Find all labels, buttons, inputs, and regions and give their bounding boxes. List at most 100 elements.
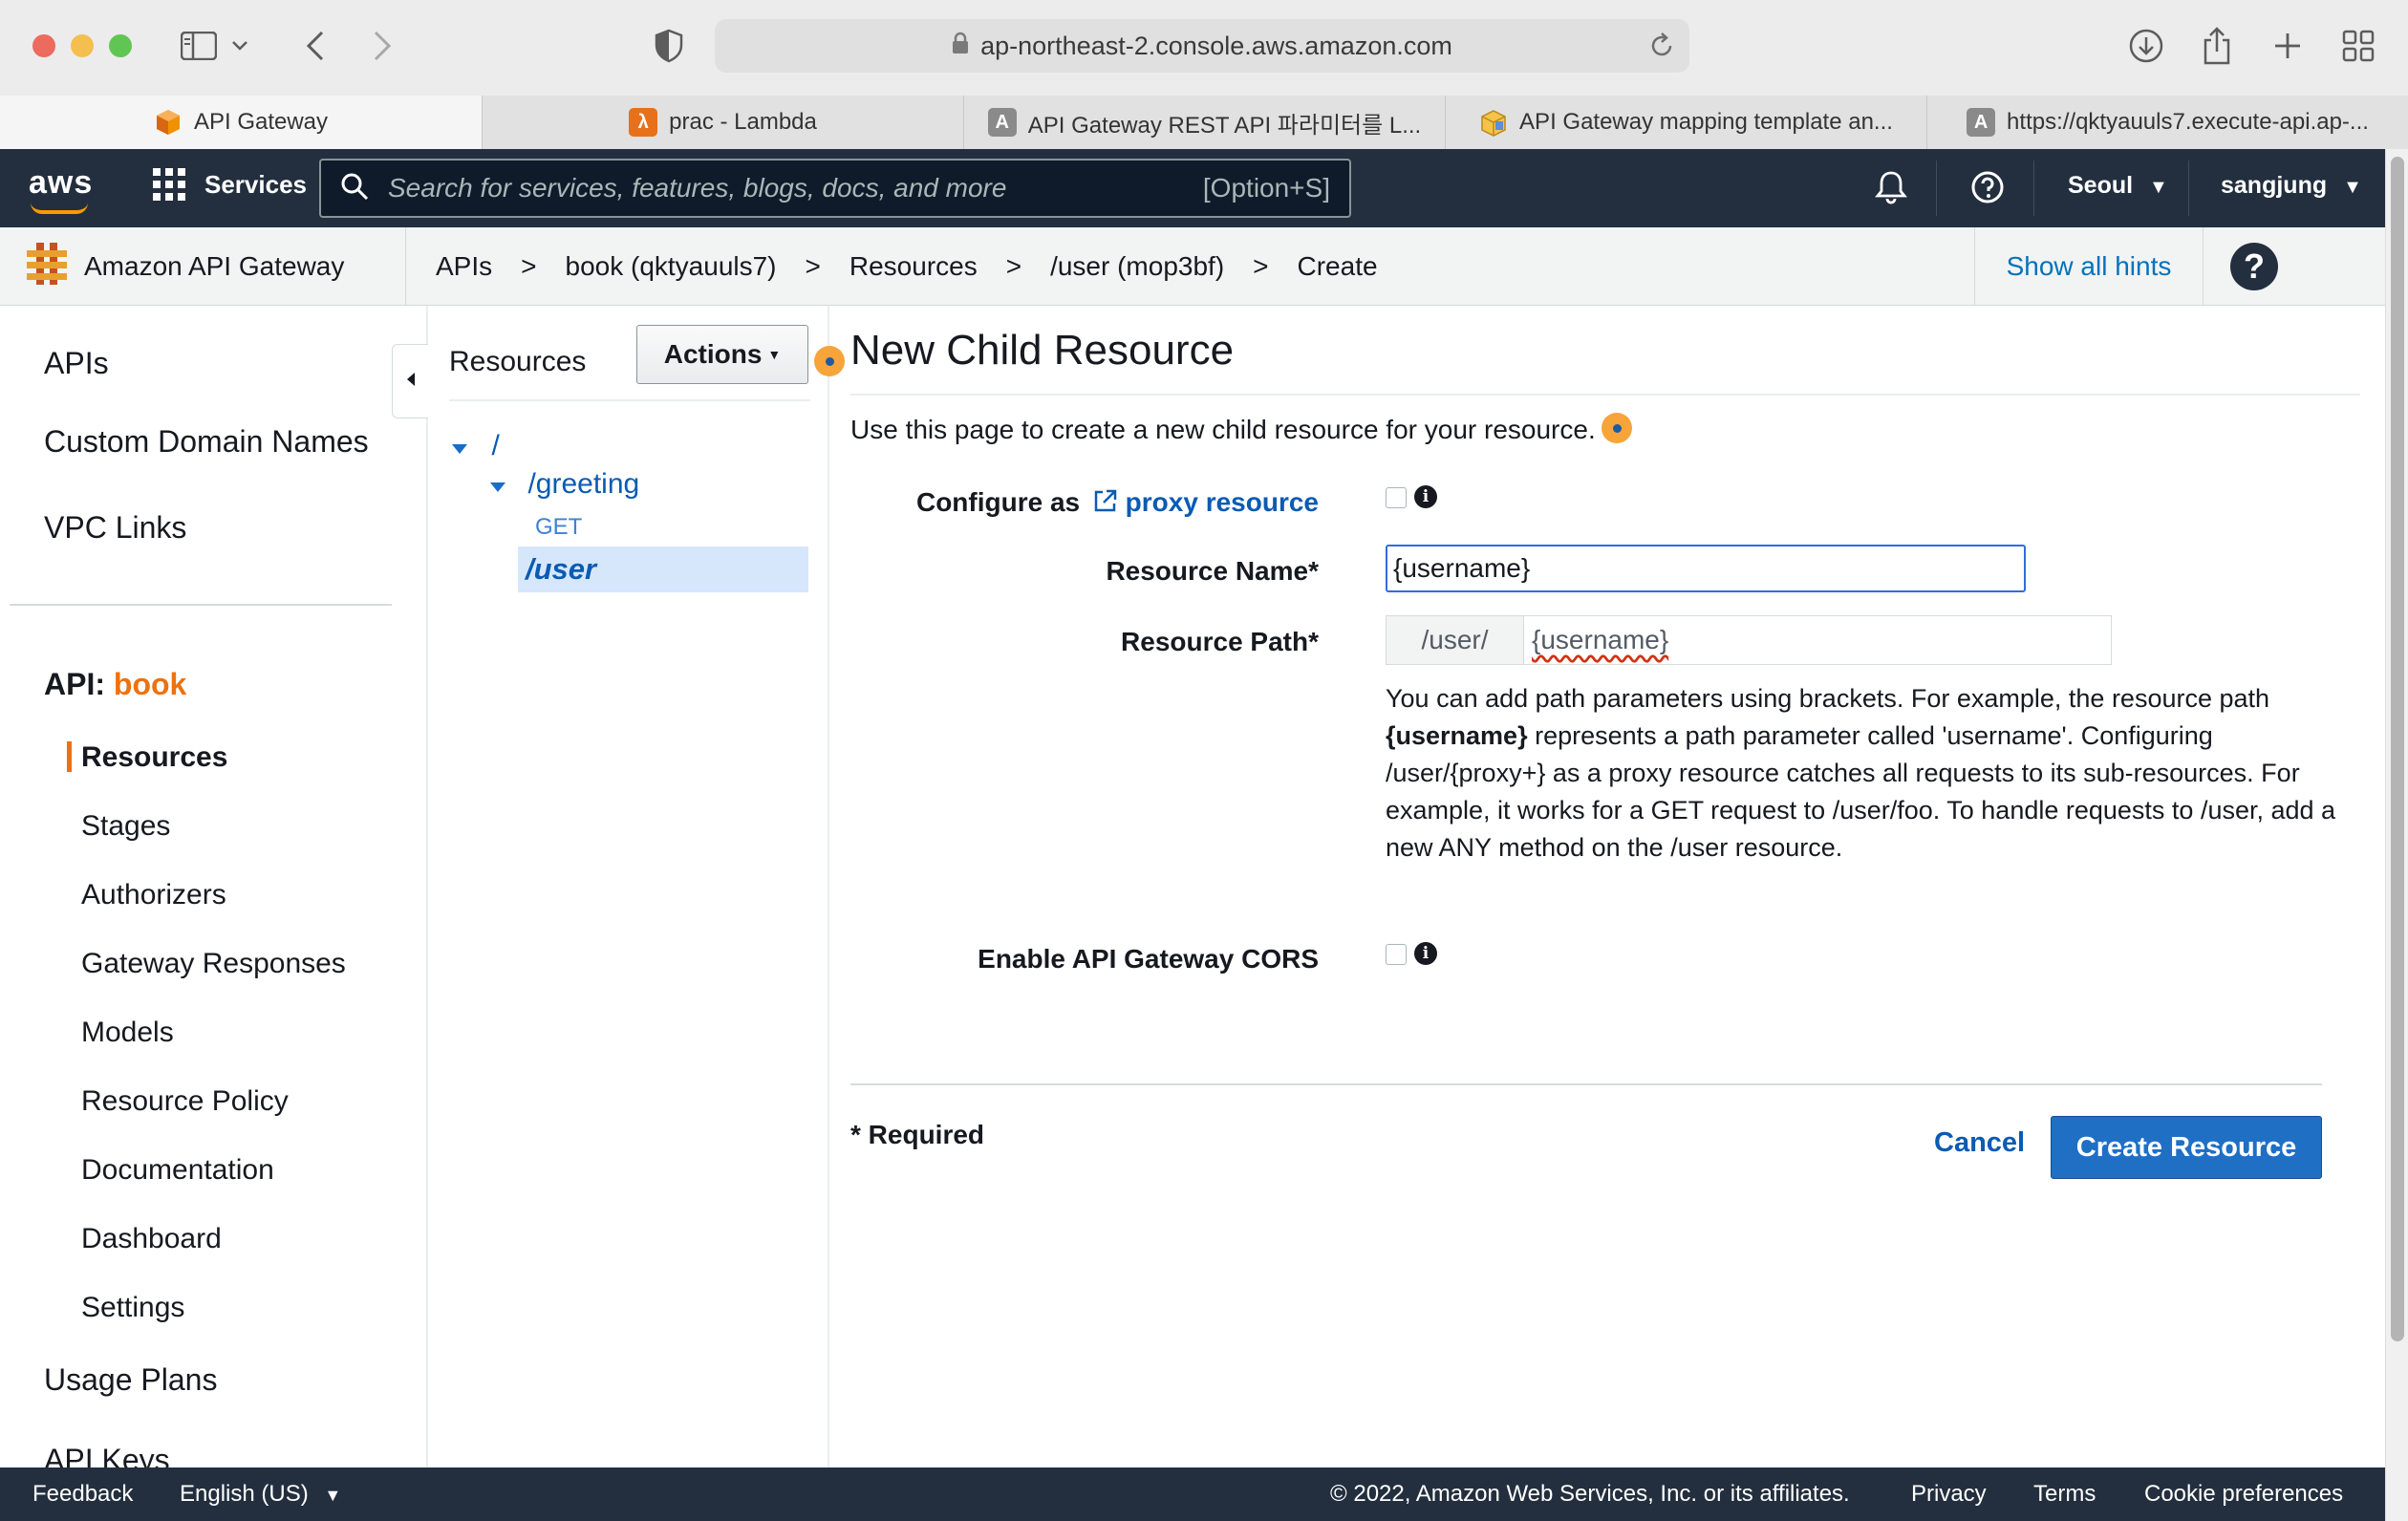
tab-overview-icon[interactable] — [2333, 21, 2383, 71]
box-icon — [1479, 108, 1508, 137]
resources-title: Resources — [449, 346, 587, 377]
close-window-button[interactable] — [32, 34, 55, 57]
resource-path-input[interactable]: {username} — [1524, 616, 2111, 664]
account-menu[interactable]: sangjung ▼ — [2221, 172, 2362, 200]
caret-down-icon: ▼ — [2343, 177, 2362, 198]
download-icon[interactable] — [2121, 21, 2171, 71]
proxy-resource-checkbox[interactable] — [1386, 487, 1407, 508]
configure-proxy-label: Configure as proxy resource — [850, 487, 1319, 520]
tab-api-gateway-rest-api[interactable]: A API Gateway REST API 파라미터를 L... — [963, 96, 1445, 149]
caret-down-icon: ▼ — [767, 347, 782, 362]
caret-left-icon — [406, 372, 416, 392]
caret-down-icon — [451, 442, 468, 460]
cookie-preferences-link[interactable]: Cookie preferences — [2144, 1481, 2343, 1508]
forward-arrow-icon[interactable] — [357, 21, 407, 71]
share-icon[interactable] — [2192, 21, 2242, 71]
tab-mapping-template[interactable]: API Gateway mapping template an... — [1445, 96, 1926, 149]
reload-icon[interactable] — [1649, 32, 1674, 66]
lock-icon — [952, 32, 969, 61]
nav-settings[interactable]: Settings — [81, 1292, 184, 1324]
api-heading: API: book — [44, 667, 187, 701]
bell-icon[interactable] — [1875, 170, 1907, 209]
page-title: New Child Resource — [850, 327, 1235, 374]
breadcrumb-user-resource[interactable]: /user (mop3bf) — [1050, 251, 1224, 282]
cors-checkbox[interactable] — [1386, 944, 1407, 965]
help-circle-icon[interactable] — [1970, 170, 2005, 209]
actions-dropdown-button[interactable]: Actions ▼ — [636, 325, 808, 384]
tree-node-user-selected[interactable]: /user — [518, 546, 808, 592]
letter-a-icon: A — [987, 108, 1017, 137]
minimize-window-button[interactable] — [71, 34, 94, 57]
tab-api-gateway[interactable]: API Gateway — [0, 96, 482, 149]
aws-logo[interactable]: aws — [29, 164, 93, 214]
lambda-icon: λ — [629, 108, 658, 137]
nav-usage-plans[interactable]: Usage Plans — [44, 1362, 217, 1398]
service-home-link[interactable]: Amazon API Gateway — [25, 227, 344, 306]
aws-smile-icon — [31, 203, 88, 214]
sidebar-toggle-icon[interactable] — [174, 21, 224, 71]
chevron-down-icon[interactable] — [226, 21, 254, 71]
api-gateway-logo-icon — [25, 241, 69, 293]
shield-icon[interactable] — [644, 21, 694, 71]
api-name[interactable]: book — [114, 667, 186, 701]
tree-node-greeting[interactable]: /greeting — [489, 468, 639, 501]
privacy-link[interactable]: Privacy — [1911, 1481, 1987, 1508]
resource-name-input[interactable]: {username} — [1386, 545, 2026, 592]
resources-panel: Resources Actions ▼ / /greeting GET /use… — [428, 306, 829, 1467]
new-tab-icon[interactable] — [2263, 21, 2312, 71]
breadcrumb-bar: Amazon API Gateway APIs > book (qktyauul… — [0, 227, 2385, 306]
tree-node-root[interactable]: / — [451, 430, 500, 462]
footer: Feedback English (US) ▼ © 2022, Amazon W… — [0, 1467, 2385, 1521]
language-selector[interactable]: English (US) ▼ — [180, 1481, 341, 1508]
nav-api-keys[interactable]: API Keys — [44, 1443, 170, 1467]
caret-down-icon: ▼ — [324, 1486, 342, 1505]
terms-link[interactable]: Terms — [2033, 1481, 2096, 1508]
breadcrumb-api-book[interactable]: book (qktyauuls7) — [566, 251, 777, 282]
caret-down-icon — [489, 481, 506, 498]
tab-execute-api[interactable]: A https://qktyauuls7.execute-api.ap-... — [1926, 96, 2408, 149]
services-menu-button[interactable]: Services — [153, 168, 307, 201]
feedback-link[interactable]: Feedback — [32, 1481, 133, 1508]
breadcrumb-apis[interactable]: APIs — [436, 251, 492, 282]
letter-a-icon: A — [1967, 108, 1996, 137]
proxy-resource-link[interactable]: proxy resource — [1126, 487, 1319, 517]
nav-resources[interactable]: Resources — [81, 741, 227, 774]
hint-dot-description[interactable] — [1602, 413, 1632, 443]
caret-down-icon: ▼ — [2149, 177, 2168, 198]
info-icon[interactable]: i — [1414, 485, 1437, 508]
region-selector[interactable]: Seoul ▼ — [2068, 172, 2168, 200]
tab-prac-lambda[interactable]: λ prac - Lambda — [482, 96, 963, 149]
resource-name-label: Resource Name* — [1106, 556, 1319, 586]
panel-divider — [449, 399, 810, 401]
nav-vpc-links[interactable]: VPC Links — [44, 510, 186, 546]
copyright: © 2022, Amazon Web Services, Inc. or its… — [1330, 1481, 1850, 1507]
show-all-hints-link[interactable]: Show all hints — [1974, 227, 2204, 306]
nav-custom-domain-names[interactable]: Custom Domain Names — [44, 424, 369, 460]
info-icon[interactable]: i — [1414, 942, 1437, 965]
maximize-window-button[interactable] — [109, 34, 132, 57]
nav-resource-policy[interactable]: Resource Policy — [81, 1085, 289, 1118]
nav-apis[interactable]: APIs — [44, 346, 109, 381]
nav-authorizers[interactable]: Authorizers — [81, 879, 226, 911]
scrollbar-thumb[interactable] — [2391, 157, 2404, 1341]
form-divider — [850, 1083, 2322, 1085]
nav-models[interactable]: Models — [81, 1017, 174, 1049]
breadcrumb: APIs > book (qktyauuls7) > Resources > /… — [436, 251, 1378, 282]
nav-dashboard[interactable]: Dashboard — [81, 1223, 222, 1255]
nav-documentation[interactable]: Documentation — [81, 1154, 274, 1187]
main-content: New Child Resource Use this page to crea… — [831, 306, 2385, 1467]
cancel-button[interactable]: Cancel — [1934, 1127, 2025, 1159]
create-resource-button[interactable]: Create Resource — [2051, 1116, 2322, 1179]
search-shortcut: [Option+S] — [1202, 173, 1330, 203]
external-link-icon — [1093, 488, 1118, 520]
nav-gateway-responses[interactable]: Gateway Responses — [81, 948, 346, 980]
search-input[interactable]: Search for services, features, blogs, do… — [319, 159, 1351, 218]
help-button[interactable]: ? — [2230, 243, 2278, 290]
required-note: * Required — [850, 1120, 985, 1149]
nav-stages[interactable]: Stages — [81, 810, 170, 843]
address-bar[interactable]: ap-northeast-2.console.aws.amazon.com — [715, 19, 1689, 73]
back-arrow-icon[interactable] — [290, 21, 340, 71]
collapse-nav-button[interactable] — [392, 344, 428, 418]
tree-method-get[interactable]: GET — [535, 514, 582, 541]
breadcrumb-resources[interactable]: Resources — [849, 251, 978, 282]
